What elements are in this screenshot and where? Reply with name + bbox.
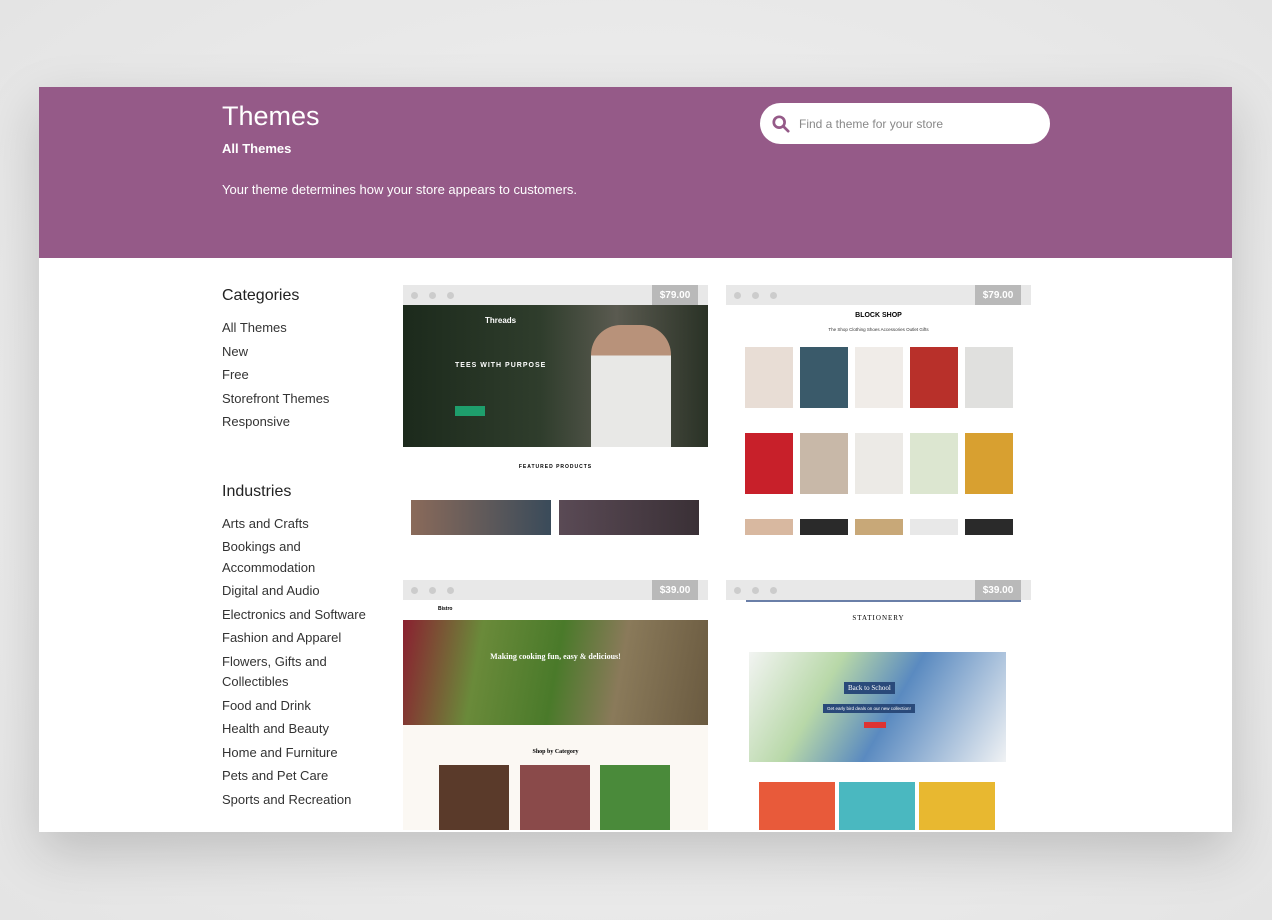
price-badge: $79.00 bbox=[975, 285, 1021, 305]
preview-headline: TEES WITH PURPOSE bbox=[455, 362, 547, 369]
sidebar-link-fashion-and-apparel[interactable]: Fashion and Apparel bbox=[222, 628, 372, 649]
sidebar-link-storefront-themes[interactable]: Storefront Themes bbox=[222, 389, 372, 410]
preview-brand: Threads bbox=[485, 316, 517, 325]
sidebar-link-food-and-drink[interactable]: Food and Drink bbox=[222, 696, 372, 717]
theme-card-bistro[interactable]: $39.00 Bistro Making cooking fun, easy &… bbox=[403, 580, 708, 830]
price-badge: $39.00 bbox=[652, 580, 698, 600]
product-thumbnail bbox=[800, 519, 848, 535]
search-box[interactable] bbox=[760, 103, 1050, 144]
product-thumbnail bbox=[965, 519, 1013, 535]
theme-preview: Bistro Making cooking fun, easy & delici… bbox=[403, 600, 708, 830]
sidebar-link-new[interactable]: New bbox=[222, 342, 372, 363]
price-badge: $79.00 bbox=[652, 285, 698, 305]
preview-headline: Back to School bbox=[844, 682, 895, 694]
preview-section: FEATURED PRODUCTS bbox=[518, 464, 593, 470]
product-thumbnail bbox=[910, 347, 958, 408]
sidebar-link-free[interactable]: Free bbox=[222, 365, 372, 386]
sidebar-link-arts-and-crafts[interactable]: Arts and Crafts bbox=[222, 514, 372, 535]
browser-bar: $39.00 bbox=[726, 580, 1031, 600]
sidebar-link-health-and-beauty[interactable]: Health and Beauty bbox=[222, 719, 372, 740]
header-banner: Themes All Themes Your theme determines … bbox=[39, 87, 1232, 258]
theme-preview: BLOCK SHOP The Shop Clothing Shoes Acces… bbox=[726, 305, 1031, 535]
theme-card-block-shop[interactable]: $79.00 BLOCK SHOP The Shop Clothing Shoe… bbox=[726, 285, 1031, 535]
product-thumbnail bbox=[745, 433, 793, 494]
search-icon bbox=[772, 114, 790, 133]
price-badge: $39.00 bbox=[975, 580, 1021, 600]
theme-preview: STATIONERY Back to School Get early bird… bbox=[726, 600, 1031, 830]
page-description: Your theme determines how your store app… bbox=[222, 182, 578, 197]
sidebar-link-digital-and-audio[interactable]: Digital and Audio bbox=[222, 581, 372, 602]
preview-headline: Making cooking fun, easy & delicious! bbox=[490, 652, 621, 661]
browser-bar: $79.00 bbox=[726, 285, 1031, 305]
preview-section: Shop by Category bbox=[532, 749, 579, 755]
industries-heading: Industries bbox=[222, 482, 292, 500]
preview-brand: BLOCK SHOP bbox=[855, 312, 902, 319]
product-thumbnail bbox=[745, 519, 793, 535]
theme-card-stationery[interactable]: $39.00 STATIONERY Back to School Get ear… bbox=[726, 580, 1031, 830]
product-thumbnail bbox=[965, 347, 1013, 408]
sidebar-link-bookings-and-accommodation[interactable]: Bookings and Accommodation bbox=[222, 537, 372, 578]
theme-preview: Threads TEES WITH PURPOSE FEATURED PRODU… bbox=[403, 305, 708, 535]
product-thumbnail bbox=[745, 347, 793, 408]
product-thumbnail bbox=[800, 347, 848, 408]
browser-bar: $39.00 bbox=[403, 580, 708, 600]
product-thumbnail bbox=[855, 347, 903, 408]
sidebar-link-sports-and-recreation[interactable]: Sports and Recreation bbox=[222, 790, 372, 811]
product-thumbnail bbox=[800, 433, 848, 494]
page-title: Themes bbox=[222, 101, 320, 131]
browser-bar: $79.00 bbox=[403, 285, 708, 305]
product-thumbnail bbox=[910, 519, 958, 535]
product-thumbnail bbox=[855, 433, 903, 494]
sidebar-link-all-themes[interactable]: All Themes bbox=[222, 318, 372, 339]
preview-brand: STATIONERY bbox=[852, 614, 905, 622]
preview-tagline: Get early bird deals on our new collecti… bbox=[823, 704, 915, 713]
preview-nav: The Shop Clothing Shoes Accessories Outl… bbox=[828, 327, 929, 332]
sidebar-link-flowers-gifts-and-collectibles[interactable]: Flowers, Gifts and Collectibles bbox=[222, 652, 372, 693]
product-thumbnail bbox=[965, 433, 1013, 494]
sidebar-link-home-and-furniture[interactable]: Home and Furniture bbox=[222, 743, 372, 764]
sidebar-link-pets-and-pet-care[interactable]: Pets and Pet Care bbox=[222, 766, 372, 787]
themes-window: Themes All Themes Your theme determines … bbox=[39, 87, 1232, 832]
search-input[interactable] bbox=[799, 116, 1029, 131]
sidebar: Categories All Themes New Free Storefront T… bbox=[222, 287, 372, 813]
product-thumbnail bbox=[855, 519, 903, 535]
product-thumbnail bbox=[910, 433, 958, 494]
page-subtitle: All Themes bbox=[222, 141, 292, 156]
sidebar-link-responsive[interactable]: Responsive bbox=[222, 412, 372, 433]
theme-card-threads[interactable]: $79.00 Threads TEES WITH PURPOSE FEATURE… bbox=[403, 285, 708, 535]
categories-heading: Categories bbox=[222, 287, 300, 304]
preview-brand: Bistro bbox=[403, 600, 708, 620]
sidebar-link-electronics-and-software[interactable]: Electronics and Software bbox=[222, 605, 372, 626]
